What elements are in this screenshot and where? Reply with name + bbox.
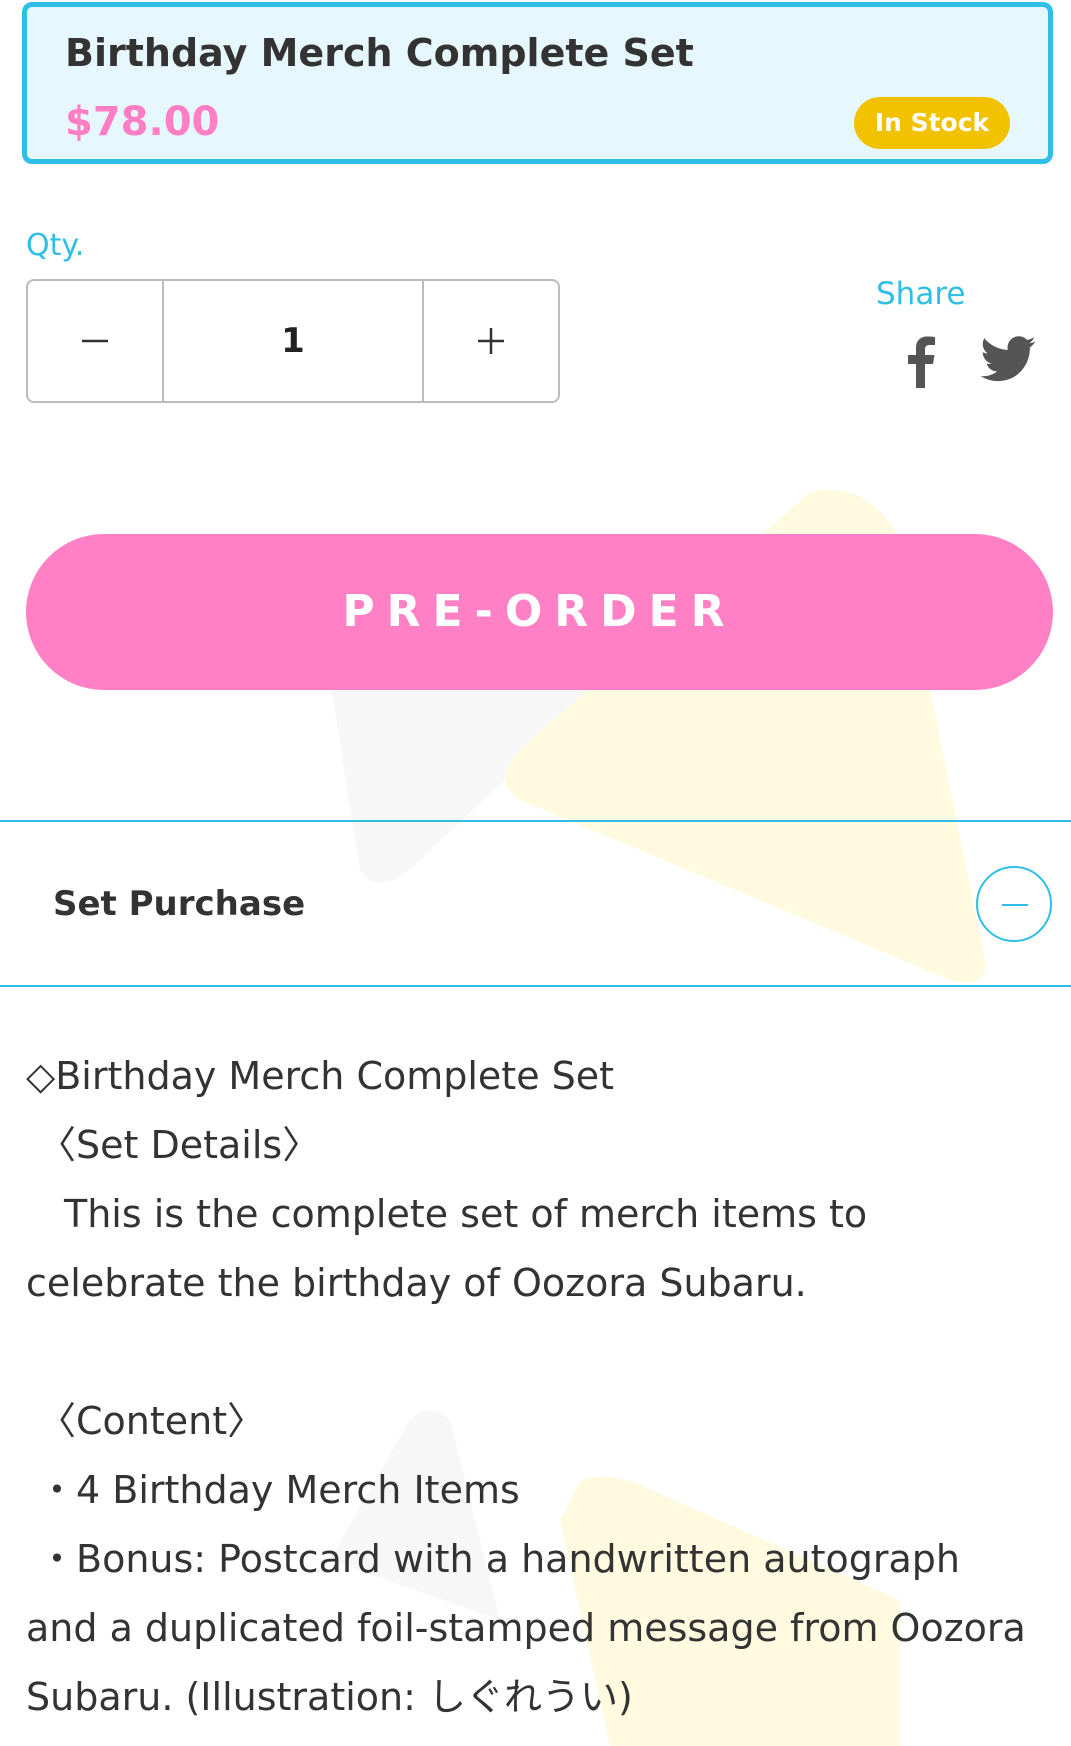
content-header: 〈Content〉 xyxy=(38,1399,266,1443)
stock-status-badge: In Stock xyxy=(854,97,1010,149)
content-item-2-line-1: ・Bonus: Postcard with a handwritten auto… xyxy=(38,1537,961,1581)
set-description: ◇Birthday Merch Complete Set 〈Set Detail… xyxy=(26,1042,1056,1732)
quantity-stepper: 1 xyxy=(26,279,560,403)
content-item-2-line-2: and a duplicated foil-stamped message fr… xyxy=(26,1606,1026,1650)
details-header: 〈Set Details〉 xyxy=(38,1123,321,1167)
section-divider-top xyxy=(0,820,1071,822)
facebook-icon[interactable] xyxy=(900,334,940,388)
plus-icon xyxy=(478,328,504,354)
share-label: Share xyxy=(876,276,966,312)
description-heading: ◇Birthday Merch Complete Set xyxy=(26,1054,615,1098)
product-summary-card: Birthday Merch Complete Set $78.00 In St… xyxy=(22,2,1053,164)
collapse-minus-icon xyxy=(1002,904,1028,906)
collapse-toggle-button[interactable] xyxy=(976,866,1052,942)
quantity-increment-button[interactable] xyxy=(422,281,558,401)
quantity-label: Qty. xyxy=(26,228,85,263)
product-price: $78.00 xyxy=(65,99,220,145)
quantity-decrement-button[interactable] xyxy=(28,281,164,401)
twitter-icon[interactable] xyxy=(980,336,1036,382)
preorder-button[interactable]: PRE-ORDER xyxy=(26,534,1053,690)
details-line-1: This is the complete set of merch items … xyxy=(26,1192,868,1236)
quantity-input[interactable]: 1 xyxy=(164,281,422,401)
content-item-2-line-3: Subaru. (Illustration: しぐれうい) xyxy=(26,1675,633,1719)
minus-icon xyxy=(82,339,108,343)
section-divider-bottom xyxy=(0,985,1071,987)
set-purchase-title[interactable]: Set Purchase xyxy=(53,884,305,924)
content-item-1: ・4 Birthday Merch Items xyxy=(38,1468,520,1512)
details-line-2: celebrate the birthday of Oozora Subaru. xyxy=(26,1261,807,1305)
product-title: Birthday Merch Complete Set xyxy=(65,31,694,75)
